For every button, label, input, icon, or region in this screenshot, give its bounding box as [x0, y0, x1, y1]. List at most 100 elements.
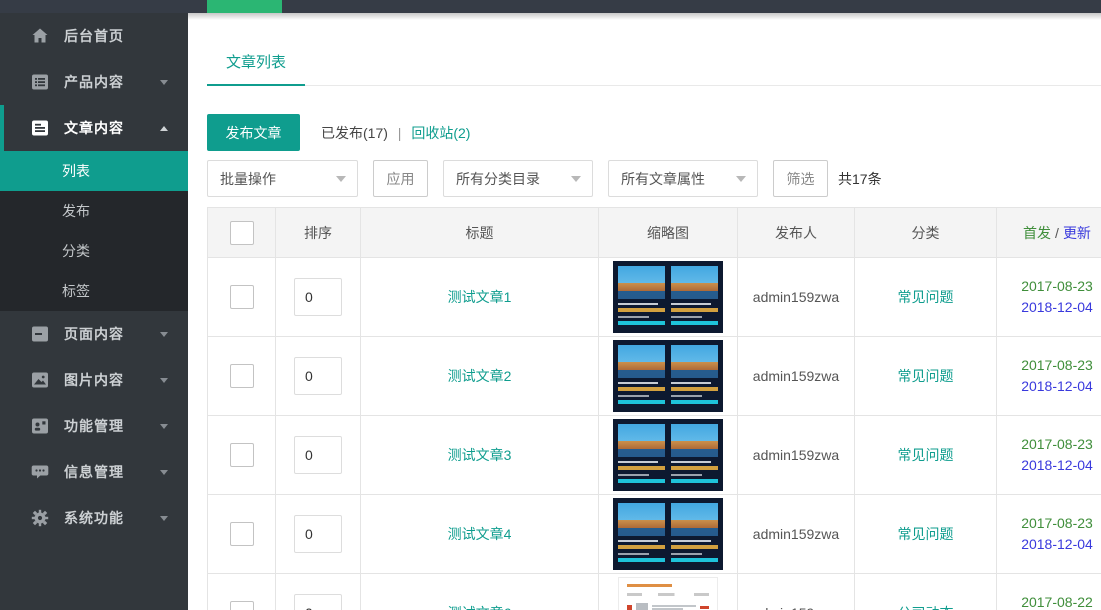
column-header-first-date[interactable]: 首发 — [1023, 223, 1051, 243]
sidebar-subitem[interactable]: 分类 — [0, 231, 188, 271]
category-link[interactable]: 常见问题 — [898, 366, 954, 386]
sidebar-item-image[interactable]: 图片内容 — [0, 357, 188, 403]
row-checkbox[interactable] — [230, 285, 254, 309]
article-thumbnail[interactable] — [613, 419, 723, 491]
actions-row: 发布文章 已发布(17) | 回收站(2) — [207, 114, 1101, 151]
article-thumbnail[interactable] — [618, 577, 718, 610]
first-publish-date: 2017-08-23 — [1021, 434, 1093, 455]
article-thumbnail[interactable] — [613, 340, 723, 412]
thumbnail-dark-site-preview — [613, 340, 723, 412]
thumbnail-light-page-preview — [618, 577, 718, 610]
table-row: 测试文章6 admin159zwa 公司动态 2017-08-22 2018-1… — [208, 573, 1101, 610]
sort-order-input[interactable] — [294, 594, 342, 610]
update-date[interactable]: 2018-12-04 — [1021, 376, 1093, 397]
category-link[interactable]: 常见问题 — [898, 287, 954, 307]
column-header-dates: 首发 / 更新 — [997, 208, 1101, 257]
table-body: 测试文章1 admin159zwa 常见问题 2017-08-23 2018-1… — [208, 257, 1101, 610]
filter-toolbar: 批量操作 应用 所有分类目录 所有文章属性 筛选 共17条 — [207, 160, 1101, 197]
chevron-down-icon — [160, 424, 168, 429]
sidebar-submenu: 列表发布分类标签 — [0, 151, 188, 311]
bulk-action-select[interactable]: 批量操作 — [207, 160, 358, 197]
sidebar-subitem[interactable]: 列表 — [0, 151, 188, 191]
publisher-name: admin159zwa — [753, 289, 839, 305]
update-date[interactable]: 2018-12-04 — [1021, 297, 1093, 318]
sidebar-subitem[interactable]: 发布 — [0, 191, 188, 231]
gear-icon — [30, 508, 50, 528]
sidebar-item-gear[interactable]: 系统功能 — [0, 495, 188, 541]
article-table: 排序 标题 缩略图 发布人 分类 首发 / 更新 测试文章1 admin159z… — [207, 207, 1101, 610]
update-date[interactable]: 2018-12-04 — [1021, 455, 1093, 476]
sidebar-item-label: 页面内容 — [64, 324, 124, 344]
sidebar-item-messages[interactable]: 信息管理 — [0, 449, 188, 495]
sidebar-item-label: 产品内容 — [64, 72, 124, 92]
category-link[interactable]: 常见问题 — [898, 445, 954, 465]
thumbnail-dark-site-preview — [613, 261, 723, 333]
publisher-name: admin159zwa — [753, 368, 839, 384]
sidebar-item-article-doc[interactable]: 文章内容 — [0, 105, 188, 151]
chevron-down-icon — [160, 516, 168, 521]
sort-order-input[interactable] — [294, 436, 342, 474]
select-all-checkbox[interactable] — [230, 221, 254, 245]
article-title-link[interactable]: 测试文章2 — [448, 366, 512, 386]
category-filter-select-value: 所有分类目录 — [456, 169, 540, 189]
chevron-down-icon — [736, 176, 746, 182]
publish-article-button[interactable]: 发布文章 — [207, 114, 300, 151]
main-content: 文章列表 发布文章 已发布(17) | 回收站(2) 批量操作 应用 所有分类目… — [188, 13, 1101, 610]
update-date[interactable]: 2018-12-04 — [1021, 534, 1093, 555]
sidebar-item-label: 功能管理 — [64, 416, 124, 436]
column-header-thumbnail: 缩略图 — [599, 208, 738, 257]
sidebar-item-label: 文章内容 — [64, 118, 124, 138]
chevron-down-icon — [160, 332, 168, 337]
tab-article-list[interactable]: 文章列表 — [207, 38, 305, 86]
column-header-title[interactable]: 标题 — [361, 208, 599, 257]
thumbnail-dark-site-preview — [613, 498, 723, 570]
sidebar: 后台首页 产品内容 文章内容 列表发布分类标签 页面内容 图片内容 功能管理 信… — [0, 13, 188, 610]
article-thumbnail[interactable] — [613, 498, 723, 570]
category-link[interactable]: 常见问题 — [898, 524, 954, 544]
chevron-up-icon — [160, 126, 168, 131]
table-row: 测试文章4 admin159zwa 常见问题 2017-08-23 2018-1… — [208, 494, 1101, 573]
recycle-bin-link[interactable]: 回收站(2) — [411, 125, 470, 141]
sort-order-input[interactable] — [294, 278, 342, 316]
sort-order-input[interactable] — [294, 357, 342, 395]
sidebar-item-features[interactable]: 功能管理 — [0, 403, 188, 449]
sidebar-item-page[interactable]: 页面内容 — [0, 311, 188, 357]
table-row: 测试文章3 admin159zwa 常见问题 2017-08-23 2018-1… — [208, 415, 1101, 494]
table-header-row: 排序 标题 缩略图 发布人 分类 首发 / 更新 — [208, 208, 1101, 257]
status-filter-links: 已发布(17) | 回收站(2) — [321, 123, 470, 143]
category-link[interactable]: 公司动态 — [898, 603, 954, 610]
article-title-link[interactable]: 测试文章4 — [448, 524, 512, 544]
table-row: 测试文章1 admin159zwa 常见问题 2017-08-23 2018-1… — [208, 257, 1101, 336]
apply-button[interactable]: 应用 — [373, 160, 428, 197]
chevron-down-icon — [160, 80, 168, 85]
chevron-down-icon — [571, 176, 581, 182]
published-filter-link[interactable]: 已发布(17) — [321, 125, 388, 141]
article-title-link[interactable]: 测试文章1 — [448, 287, 512, 307]
row-checkbox[interactable] — [230, 364, 254, 388]
filter-button[interactable]: 筛选 — [773, 160, 828, 197]
publisher-name: admin159zwa — [753, 605, 839, 610]
category-filter-select[interactable]: 所有分类目录 — [443, 160, 593, 197]
attribute-filter-select[interactable]: 所有文章属性 — [608, 160, 758, 197]
row-checkbox[interactable] — [230, 443, 254, 467]
sidebar-item-product-list[interactable]: 产品内容 — [0, 59, 188, 105]
attribute-filter-select-value: 所有文章属性 — [621, 169, 705, 189]
sidebar-item-home[interactable]: 后台首页 — [0, 13, 188, 59]
row-checkbox[interactable] — [230, 601, 254, 610]
column-header-publisher: 发布人 — [738, 208, 855, 257]
row-checkbox[interactable] — [230, 522, 254, 546]
sort-order-input[interactable] — [294, 515, 342, 553]
column-header-sort[interactable]: 排序 — [276, 208, 361, 257]
first-publish-date: 2017-08-23 — [1021, 513, 1093, 534]
article-title-link[interactable]: 测试文章3 — [448, 445, 512, 465]
article-doc-icon — [30, 118, 50, 138]
column-header-update-date[interactable]: 更新 — [1063, 223, 1091, 243]
article-thumbnail[interactable] — [613, 261, 723, 333]
first-publish-date: 2017-08-23 — [1021, 276, 1093, 297]
publisher-name: admin159zwa — [753, 526, 839, 542]
article-title-link[interactable]: 测试文章6 — [448, 603, 512, 610]
separator: | — [398, 125, 402, 141]
column-header-category: 分类 — [855, 208, 997, 257]
sidebar-subitem[interactable]: 标签 — [0, 271, 188, 311]
active-app-indicator[interactable] — [207, 0, 282, 13]
